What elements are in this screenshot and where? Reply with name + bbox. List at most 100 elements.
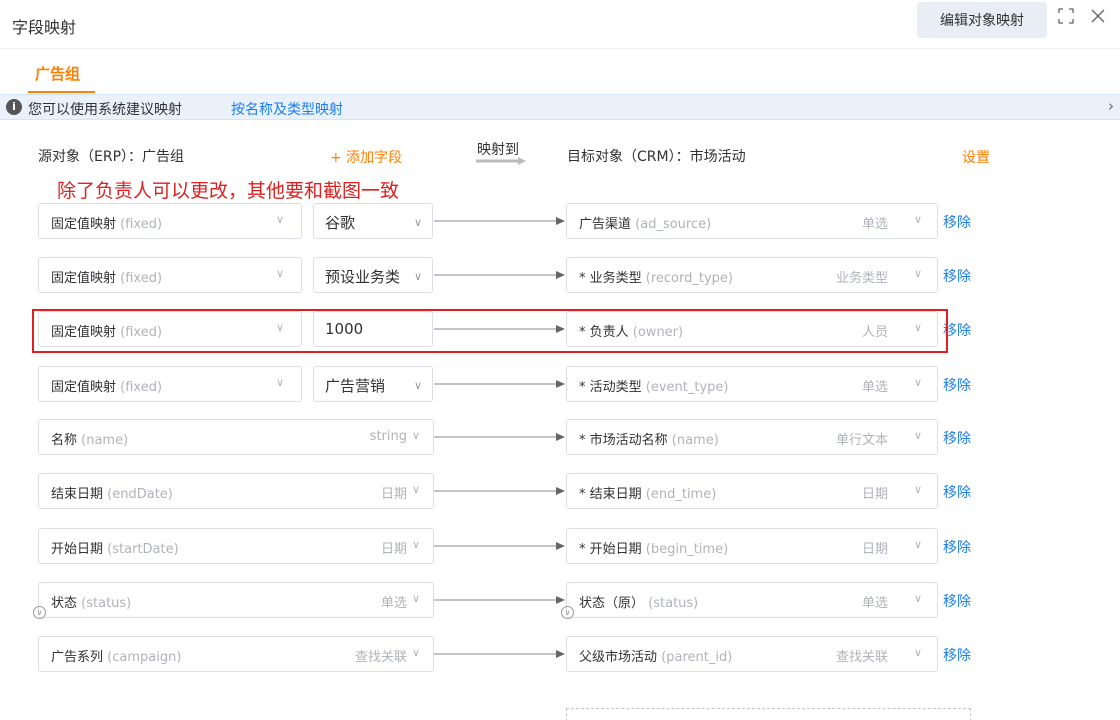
target-field-label: 父级市场活动 <box>579 650 658 665</box>
edit-object-mapping-button[interactable]: 编辑对象映射 <box>917 2 1047 38</box>
target-field-api: (begin_time) <box>645 542 729 557</box>
target-field-api: (event_type) <box>645 380 729 395</box>
remove-button[interactable]: 移除 <box>943 212 971 232</box>
remove-button[interactable]: 移除 <box>943 537 971 557</box>
chevron-down-icon: ∨ <box>411 483 421 496</box>
source-field-api: (status) <box>81 596 132 611</box>
source-field-select[interactable]: 固定值映射 (fixed) ∨ <box>38 203 302 239</box>
expand-circle-icon[interactable]: ∨ <box>33 606 46 619</box>
target-field-type: 单选 <box>861 380 888 395</box>
fixed-value-text: 预设业务类 <box>325 268 401 286</box>
add-target-placeholder <box>566 708 971 720</box>
chevron-down-icon: ∨ <box>913 646 923 659</box>
auto-map-link[interactable]: 按名称及类型映射 <box>231 99 343 119</box>
mapping-arrow-icon <box>434 217 565 225</box>
remove-button[interactable]: 移除 <box>943 266 971 286</box>
notice-close-icon[interactable]: › <box>1108 97 1114 115</box>
target-field-label: * 活动类型 <box>579 380 642 395</box>
remove-button[interactable]: 移除 <box>943 591 971 611</box>
fixed-value-input[interactable]: 预设业务类 ∨ <box>313 257 433 293</box>
target-field-api: (parent_id) <box>661 650 733 665</box>
target-field-label: 状态（原） <box>579 596 645 611</box>
source-field-select[interactable]: 固定值映射 (fixed) ∨ <box>38 257 302 293</box>
source-field-label: 名称 <box>51 433 78 448</box>
add-field-button[interactable]: + 添加字段 <box>330 147 402 167</box>
chevron-down-icon: ∨ <box>913 376 923 389</box>
suggestion-notice: i 您可以使用系统建议映射 按名称及类型映射 › <box>0 94 1120 120</box>
close-icon[interactable] <box>1088 8 1108 28</box>
mapping-arrow-icon <box>434 596 565 604</box>
target-field-api: (name) <box>671 433 719 448</box>
target-field-api: (status) <box>648 596 699 611</box>
target-field-label: * 市场活动名称 <box>579 433 668 448</box>
source-field-select[interactable]: 状态 (status) 单选 ∨ <box>38 582 434 618</box>
highlight-box <box>32 309 948 353</box>
target-field-type: 单行文本 <box>835 433 888 448</box>
fixed-value-input[interactable]: 谷歌 ∨ <box>313 203 433 239</box>
target-field-api: (end_time) <box>645 487 717 502</box>
source-field-select[interactable]: 结束日期 (endDate) 日期 ∨ <box>38 473 434 509</box>
chevron-down-icon: ∨ <box>413 270 422 283</box>
remove-button[interactable]: 移除 <box>943 428 971 448</box>
mapping-arrow-icon <box>434 380 565 388</box>
dialog-header: 字段映射 编辑对象映射 <box>0 0 1120 49</box>
expand-circle-icon[interactable]: ∨ <box>561 606 574 619</box>
source-field-type: 单选 <box>380 596 407 611</box>
target-field-label: * 结束日期 <box>579 487 642 502</box>
chevron-down-icon: ∨ <box>913 429 923 442</box>
chevron-down-icon: ∨ <box>411 429 421 442</box>
source-object-label: 源对象（ERP）：广告组 <box>38 149 185 165</box>
fixed-value-input[interactable]: 广告营销 ∨ <box>313 366 433 402</box>
remove-button[interactable]: 移除 <box>943 645 971 665</box>
source-field-type: 日期 <box>380 487 407 502</box>
target-object-label: 目标对象（CRM）：市场活动 <box>567 149 746 165</box>
tab-ad-group[interactable]: 广告组 <box>35 63 80 84</box>
target-field-select[interactable]: * 业务类型 (record_type) 业务类型 ∨ <box>566 257 938 293</box>
source-field-label: 状态 <box>51 596 78 611</box>
chevron-down-icon: ∨ <box>411 646 421 659</box>
source-field-select[interactable]: 固定值映射 (fixed) ∨ <box>38 366 302 402</box>
chevron-down-icon: ∨ <box>413 379 422 392</box>
source-field-api: (fixed) <box>120 271 163 286</box>
target-field-select[interactable]: * 活动类型 (event_type) 单选 ∨ <box>566 366 938 402</box>
target-field-type: 业务类型 <box>835 271 888 286</box>
target-field-select[interactable]: 广告渠道 (ad_source) 单选 ∨ <box>566 203 938 239</box>
info-icon: i <box>6 99 22 115</box>
mapping-arrow-icon <box>434 542 565 550</box>
remove-button[interactable]: 移除 <box>943 375 971 395</box>
target-field-label: * 业务类型 <box>579 271 642 286</box>
settings-link[interactable]: 设置 <box>962 147 990 167</box>
target-field-select[interactable]: 父级市场活动 (parent_id) 查找关联 ∨ <box>566 636 938 672</box>
source-field-select[interactable]: 广告系列 (campaign) 查找关联 ∨ <box>38 636 434 672</box>
chevron-down-icon: ∨ <box>913 538 923 551</box>
target-field-select[interactable]: 状态（原） (status) 单选 ∨ <box>566 582 938 618</box>
source-field-api: (fixed) <box>120 380 163 395</box>
source-field-select[interactable]: 名称 (name) string ∨ <box>38 419 434 455</box>
remove-button[interactable]: 移除 <box>943 482 971 502</box>
tab-active-indicator <box>28 91 95 93</box>
fullscreen-icon[interactable] <box>1056 8 1076 28</box>
map-to-arrow-icon <box>476 157 526 165</box>
annotation-text: 除了负责人可以更改，其他要和截图一致 <box>57 180 400 202</box>
fixed-value-text: 谷歌 <box>325 214 356 232</box>
mapping-arrow-icon <box>434 271 565 279</box>
chevron-down-icon: ∨ <box>275 213 285 226</box>
chevron-down-icon: ∨ <box>411 538 421 551</box>
target-field-label: * 开始日期 <box>579 542 642 557</box>
fixed-value-text: 广告营销 <box>325 377 386 395</box>
source-field-label: 固定值映射 <box>51 271 117 286</box>
target-field-select[interactable]: * 市场活动名称 (name) 单行文本 ∨ <box>566 419 938 455</box>
chevron-down-icon: ∨ <box>413 216 422 229</box>
target-field-type: 查找关联 <box>835 650 888 665</box>
source-field-label: 广告系列 <box>51 650 104 665</box>
source-field-api: (fixed) <box>120 217 163 232</box>
mapping-arrow-icon <box>434 650 565 658</box>
chevron-down-icon: ∨ <box>913 267 923 280</box>
source-field-select[interactable]: 开始日期 (startDate) 日期 ∨ <box>38 528 434 564</box>
target-field-type: 日期 <box>861 487 888 502</box>
source-field-api: (endDate) <box>107 487 173 502</box>
target-field-select[interactable]: * 结束日期 (end_time) 日期 ∨ <box>566 473 938 509</box>
target-field-select[interactable]: * 开始日期 (begin_time) 日期 ∨ <box>566 528 938 564</box>
target-field-api: (ad_source) <box>635 217 712 232</box>
source-field-label: 固定值映射 <box>51 380 117 395</box>
